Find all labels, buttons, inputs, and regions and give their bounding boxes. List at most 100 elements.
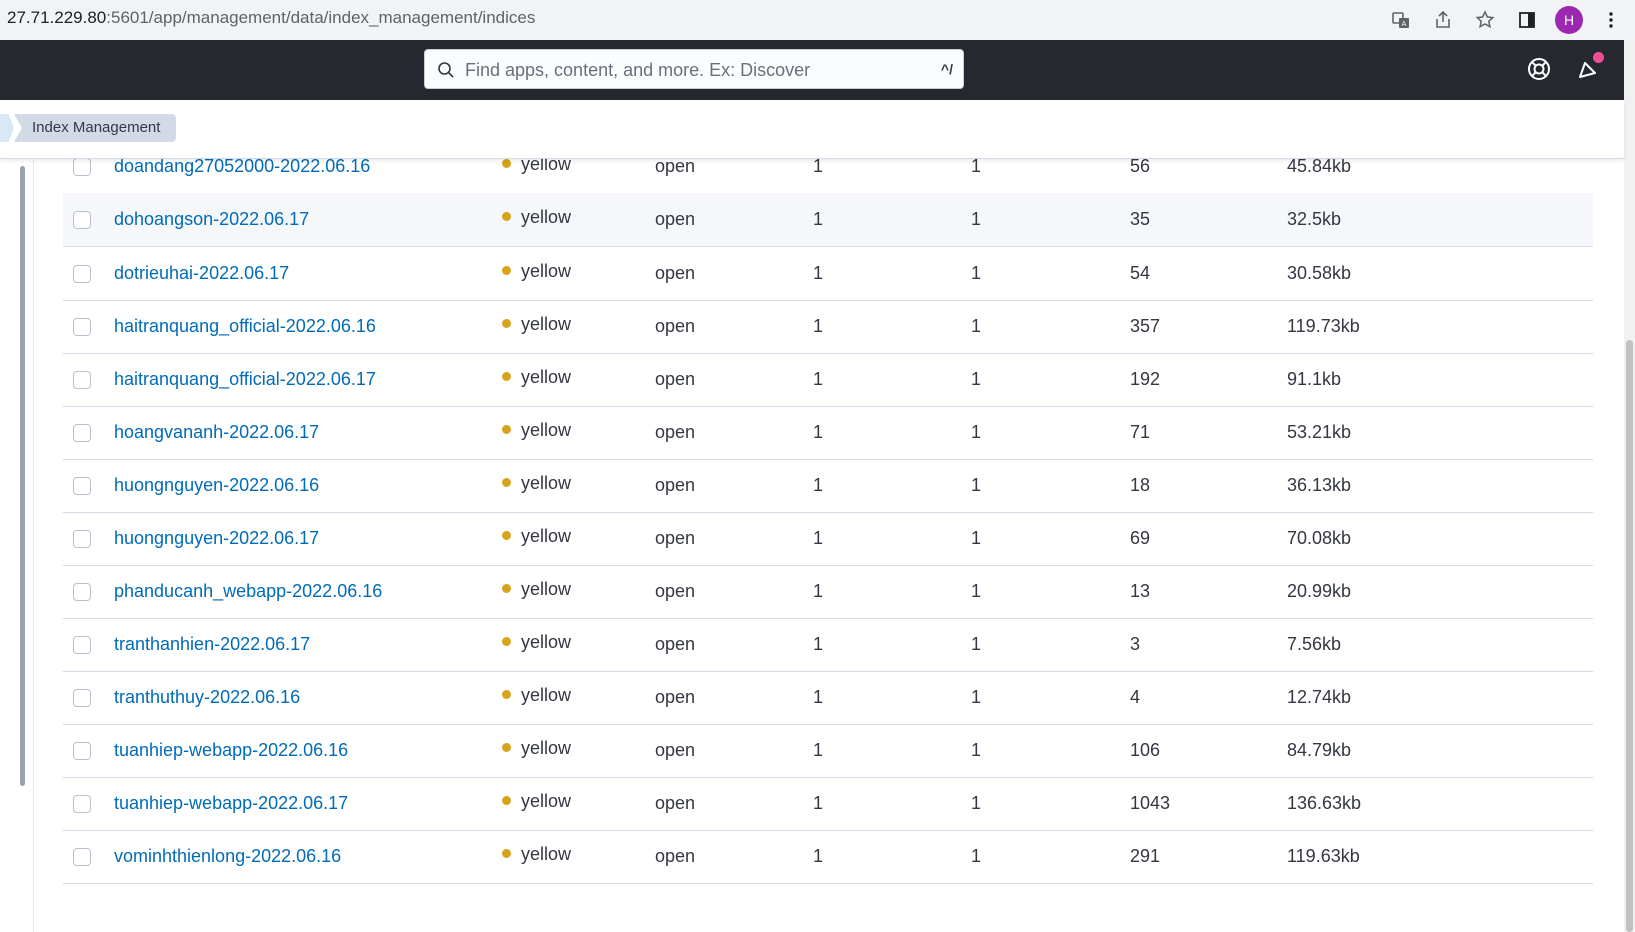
row-select-checkbox[interactable]: [73, 477, 91, 495]
health-cell: yellow: [502, 844, 571, 865]
health-cell: yellow: [502, 261, 571, 282]
health-dot-icon: [502, 530, 511, 540]
status-cell: open: [655, 793, 696, 813]
index-name-link[interactable]: tranthanhien-2022.06.17: [114, 634, 310, 655]
row-select-checkbox[interactable]: [73, 158, 91, 176]
table-row: dohoangson-2022.06.17 yellow open 1 1 35 32.5k…: [63, 193, 1593, 247]
bookmark-star-icon[interactable]: [1471, 6, 1499, 34]
share-icon[interactable]: [1429, 6, 1457, 34]
health-cell: yellow: [502, 367, 571, 388]
health-cell: yellow: [502, 685, 571, 706]
docs-count-cell: 69: [1130, 528, 1151, 548]
index-name-link[interactable]: haitranquang_official-2022.06.17: [114, 369, 376, 390]
health-cell: yellow: [502, 526, 571, 547]
row-select-checkbox[interactable]: [73, 424, 91, 442]
index-name-link[interactable]: tuanhiep-webapp-2022.06.17: [114, 793, 348, 814]
health-cell: yellow: [502, 791, 571, 812]
row-select-checkbox[interactable]: [73, 636, 91, 654]
primaries-cell: 1: [813, 793, 824, 813]
more-menu-icon[interactable]: [1597, 6, 1625, 34]
storage-size-cell: 84.79kb: [1287, 740, 1352, 760]
health-label: yellow: [521, 738, 572, 758]
row-select-checkbox[interactable]: [73, 795, 91, 813]
replicas-cell: 1: [971, 528, 982, 548]
status-cell: open: [655, 156, 696, 176]
row-select-checkbox[interactable]: [73, 742, 91, 760]
index-name-link[interactable]: tranthuthuy-2022.06.16: [114, 687, 300, 708]
row-select-checkbox[interactable]: [73, 530, 91, 548]
docs-count-cell: 13: [1130, 581, 1151, 601]
docs-count-cell: 291: [1130, 846, 1161, 866]
index-name-link[interactable]: tuanhiep-webapp-2022.06.16: [114, 740, 348, 761]
profile-avatar[interactable]: H: [1555, 6, 1583, 34]
storage-size-cell: 91.1kb: [1287, 369, 1342, 389]
replicas-cell: 1: [971, 581, 982, 601]
health-label: yellow: [521, 685, 572, 705]
index-name-link[interactable]: haitranquang_official-2022.06.16: [114, 316, 376, 337]
docs-count-cell: 1043: [1130, 793, 1171, 813]
index-name-link[interactable]: hoangvananh-2022.06.17: [114, 422, 319, 443]
replicas-cell: 1: [971, 369, 982, 389]
health-label: yellow: [521, 579, 572, 599]
status-cell: open: [655, 369, 696, 389]
replicas-cell: 1: [971, 740, 982, 760]
index-name-link[interactable]: huongnguyen-2022.06.16: [114, 475, 319, 496]
translate-icon[interactable]: A: [1387, 6, 1415, 34]
docs-count-cell: 3: [1130, 634, 1141, 654]
breadcrumb-index-management: Index Management: [14, 114, 177, 142]
index-name-link[interactable]: phanducanh_webapp-2022.06.16: [114, 581, 382, 602]
table-row: tranthanhien-2022.06.17 yellow open 1 1 3 7.56…: [63, 618, 1593, 672]
index-name-link[interactable]: huongnguyen-2022.06.17: [114, 528, 319, 549]
table-row: huongnguyen-2022.06.17 yellow open 1 1 69 70.0…: [63, 512, 1593, 566]
side-panel-icon[interactable]: [1513, 6, 1541, 34]
docs-count-cell: 357: [1130, 316, 1161, 336]
replicas-cell: 1: [971, 475, 982, 495]
page-scrollbar[interactable]: [1624, 40, 1635, 932]
primaries-cell: 1: [813, 422, 824, 442]
row-select-checkbox[interactable]: [73, 211, 91, 229]
storage-size-cell: 53.21kb: [1287, 422, 1352, 442]
page-scrollbar-thumb[interactable]: [1626, 340, 1633, 932]
health-label: yellow: [521, 207, 572, 227]
health-cell: yellow: [502, 579, 571, 600]
health-dot-icon: [502, 477, 511, 487]
health-cell: yellow: [502, 632, 571, 653]
status-cell: open: [655, 740, 696, 760]
row-select-checkbox[interactable]: [73, 265, 91, 283]
breadcrumb-bar: Index Management: [0, 100, 1624, 159]
row-select-checkbox[interactable]: [73, 848, 91, 866]
row-select-checkbox[interactable]: [73, 318, 91, 336]
replicas-cell: 1: [971, 846, 982, 866]
health-dot-icon: [502, 795, 511, 805]
row-select-checkbox[interactable]: [73, 371, 91, 389]
health-label: yellow: [521, 526, 572, 546]
news-feed-button[interactable]: [1576, 52, 1604, 82]
table-row: tranthuthuy-2022.06.16 yellow open 1 1 4 12.74…: [63, 671, 1593, 725]
storage-size-cell: 70.08kb: [1287, 528, 1352, 548]
row-select-checkbox[interactable]: [73, 583, 91, 601]
table-row: tuanhiep-webapp-2022.06.16 yellow open 1 1 10…: [63, 724, 1593, 778]
side-nav-scrollbar[interactable]: [20, 166, 25, 786]
browser-actions: A H: [1387, 6, 1625, 34]
docs-count-cell: 35: [1130, 209, 1151, 229]
health-cell: yellow: [502, 314, 571, 335]
health-dot-icon: [502, 689, 511, 699]
global-search-input[interactable]: Find apps, content, and more. Ex: Discov…: [424, 49, 964, 89]
health-cell: yellow: [502, 207, 571, 228]
docs-count-cell: 18: [1130, 475, 1151, 495]
storage-size-cell: 36.13kb: [1287, 475, 1352, 495]
index-name-link[interactable]: vominhthienlong-2022.06.16: [114, 846, 341, 867]
health-dot-icon: [502, 424, 511, 434]
index-name-link[interactable]: dohoangson-2022.06.17: [114, 209, 309, 230]
breadcrumb-root-chevron[interactable]: [0, 114, 14, 142]
address-bar[interactable]: 27.71.229.80:5601/app/management/data/in…: [7, 8, 535, 28]
help-icon[interactable]: [1526, 56, 1552, 82]
primaries-cell: 1: [813, 316, 824, 336]
primaries-cell: 1: [813, 634, 824, 654]
index-name-link[interactable]: doandang27052000-2022.06.16: [114, 156, 370, 177]
row-select-checkbox[interactable]: [73, 689, 91, 707]
health-label: yellow: [521, 632, 572, 652]
search-icon: [438, 62, 454, 78]
index-name-link[interactable]: dotrieuhai-2022.06.17: [114, 263, 289, 284]
health-cell: yellow: [502, 473, 571, 494]
